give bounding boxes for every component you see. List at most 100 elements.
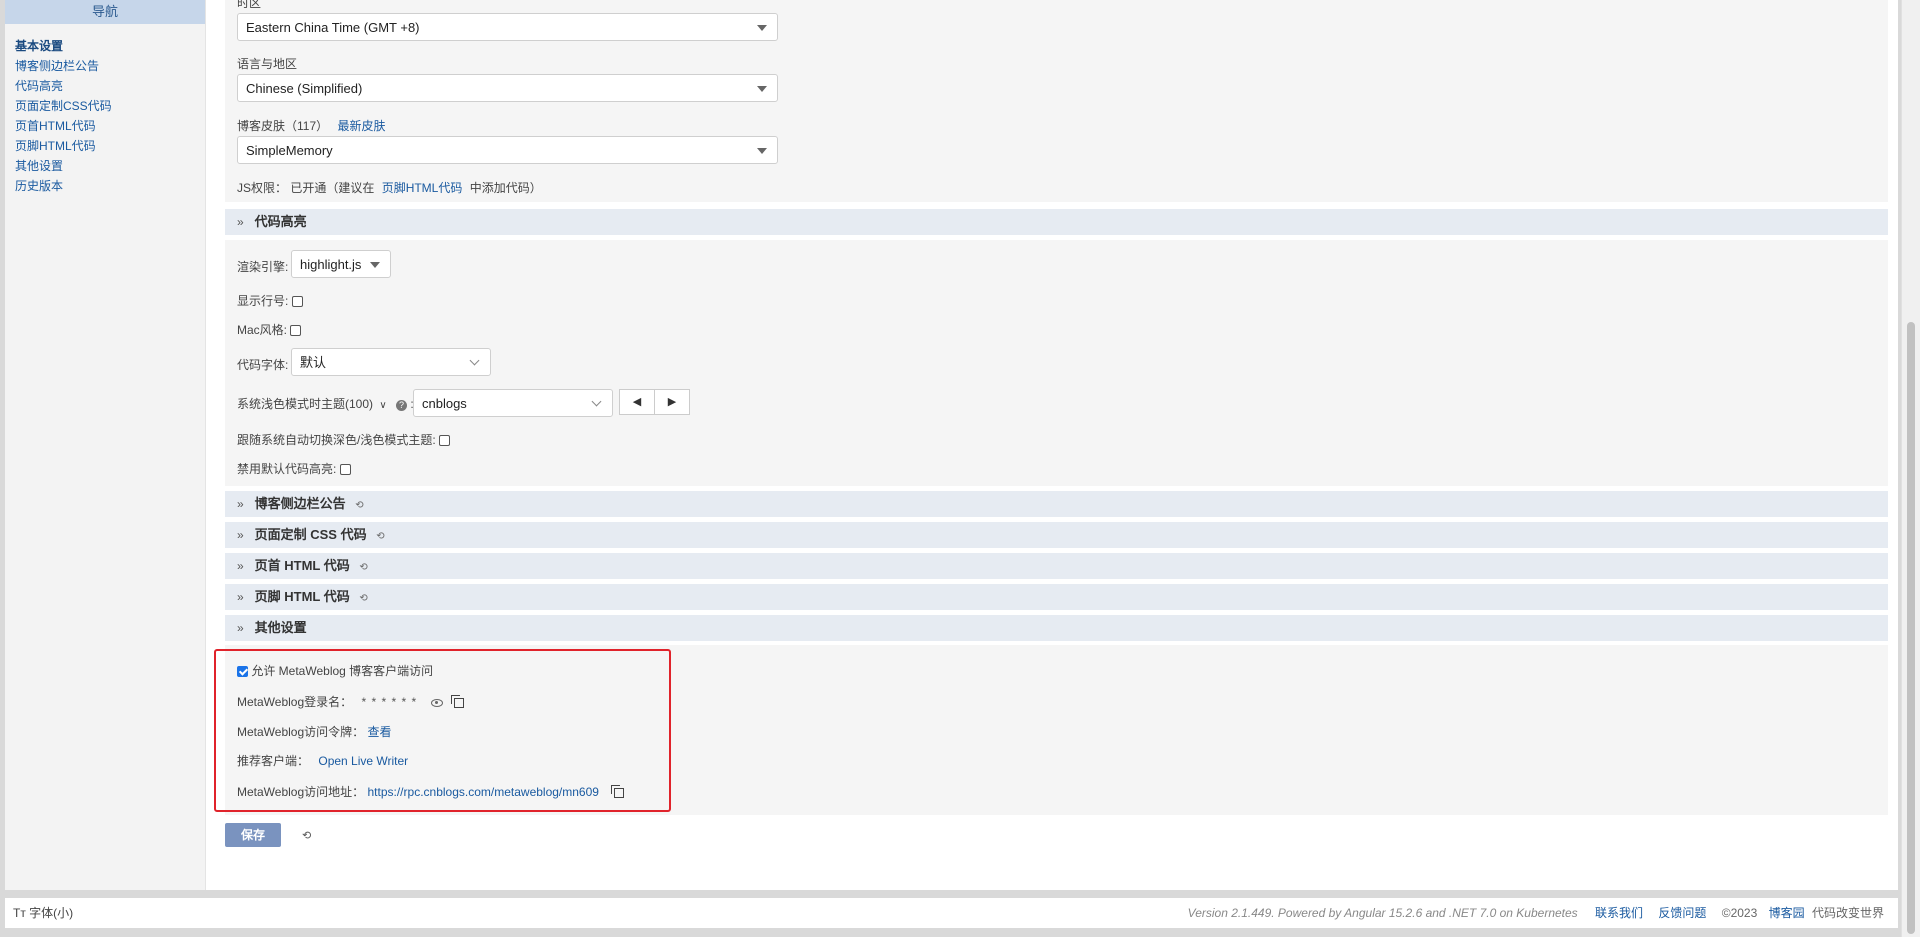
section-header-html[interactable]: » 页首 HTML 代码 ⟲ <box>225 553 1888 579</box>
timezone-value: Eastern China Time (GMT +8) <box>246 20 420 35</box>
sidebar-item-label[interactable]: 其他设置 <box>15 159 63 173</box>
timezone-label: 时区 <box>237 0 262 10</box>
sidebar-item-css[interactable]: 页面定制CSS代码 <box>15 96 205 116</box>
sidebar-item-label[interactable]: 基本设置 <box>15 39 63 53</box>
chevron-down-icon <box>591 396 602 407</box>
dropdown-caret-icon <box>757 86 767 92</box>
help-icon[interactable]: ? <box>396 400 408 411</box>
chevron-down-icon: » <box>237 621 244 635</box>
auto-switch-label: 跟随系统自动切换深色/浅色模式主题: <box>237 433 436 447</box>
footer-html-link[interactable]: 页脚HTML代码 <box>382 181 463 195</box>
sidebar-item-label[interactable]: 页首HTML代码 <box>15 119 96 133</box>
version-text: Version 2.1.449. Powered by Angular 15.2… <box>1187 906 1578 920</box>
chevron-right-icon: » <box>237 528 244 542</box>
engine-select[interactable]: highlight.js <box>291 250 391 278</box>
chevron-down-icon[interactable]: ∨ <box>379 400 386 411</box>
light-theme-value: cnblogs <box>422 396 467 411</box>
light-theme-select[interactable]: cnblogs <box>413 389 613 417</box>
code-font-select[interactable]: 默认 <box>291 348 491 376</box>
skin-select[interactable]: SimpleMemory <box>237 136 778 164</box>
section-other-settings[interactable]: » 其他设置 <box>225 615 1888 641</box>
skin-label-row: 博客皮肤（117） 最新皮肤 <box>237 117 386 134</box>
footer-right: Version 2.1.449. Powered by Angular 15.2… <box>1188 898 1884 928</box>
sidebar-item-label[interactable]: 代码高亮 <box>15 79 63 93</box>
mac-style-row: Mac风格: <box>237 321 302 338</box>
mac-style-checkbox[interactable] <box>290 325 302 337</box>
language-select[interactable]: Chinese (Simplified) <box>237 74 778 102</box>
sidebar-title: 导航 <box>5 0 205 24</box>
line-numbers-row: 显示行号: <box>237 292 303 309</box>
history-icon[interactable]: ⟲ <box>359 593 367 604</box>
disable-default-checkbox[interactable] <box>339 464 351 476</box>
skin-value: SimpleMemory <box>246 143 333 158</box>
history-icon[interactable]: ⟲ <box>302 829 311 842</box>
engine-label: 渲染引擎: <box>237 260 289 274</box>
sidebar-item-highlight[interactable]: 代码高亮 <box>15 76 205 96</box>
history-icon[interactable]: ⟲ <box>376 531 384 542</box>
section-sidebar-notice[interactable]: » 博客侧边栏公告 ⟲ <box>225 491 1888 517</box>
section-title: 博客侧边栏公告 <box>254 496 346 511</box>
light-theme-label: 系统浅色模式时主题(100) <box>237 397 374 411</box>
dropdown-caret-icon <box>757 148 767 154</box>
chevron-down-icon <box>469 355 480 366</box>
sidebar-item-other[interactable]: 其他设置 <box>15 156 205 176</box>
js-permission-row: JS权限： 已开通（建议在 页脚HTML代码 中添加代码） <box>237 179 542 196</box>
next-theme-button[interactable]: ▶ <box>654 389 690 415</box>
line-numbers-label: 显示行号: <box>237 294 289 308</box>
skin-label: 博客皮肤（117） <box>237 119 329 133</box>
sidebar-item-footer-html[interactable]: 页脚HTML代码 <box>15 136 205 156</box>
sidebar-item-label[interactable]: 历史版本 <box>15 179 63 193</box>
section-code-highlight[interactable]: » 代码高亮 <box>225 209 1888 235</box>
sidebar-item-notice[interactable]: 博客侧边栏公告 <box>15 56 205 76</box>
prev-theme-button[interactable]: ◀ <box>619 389 655 415</box>
auto-switch-checkbox[interactable] <box>439 435 451 447</box>
sidebar-item-header-html[interactable]: 页首HTML代码 <box>15 116 205 136</box>
code-font-value: 默认 <box>300 355 327 370</box>
feedback-link[interactable]: 反馈问题 <box>1658 906 1706 920</box>
vertical-scrollbar[interactable] <box>1901 0 1920 937</box>
sidebar-item-label[interactable]: 页脚HTML代码 <box>15 139 96 153</box>
js-permission-prefix: JS权限： 已开通（建议在 <box>237 181 375 195</box>
highlight-box <box>214 649 671 812</box>
chevron-right-icon: » <box>237 559 244 573</box>
footer: Tт 字体(小) Version 2.1.449. Powered by Ang… <box>5 898 1898 928</box>
scrollbar-thumb[interactable] <box>1907 322 1915 934</box>
section-title: 其他设置 <box>254 620 307 635</box>
section-footer-html[interactable]: » 页脚 HTML 代码 ⟲ <box>225 584 1888 610</box>
section-title: 页面定制 CSS 代码 <box>254 527 367 542</box>
engine-value: highlight.js <box>300 257 362 272</box>
language-value: Chinese (Simplified) <box>246 81 363 96</box>
history-icon[interactable]: ⟲ <box>359 562 367 573</box>
sidebar-nav: 基本设置 博客侧边栏公告 代码高亮 页面定制CSS代码 页首HTML代码 页脚H… <box>5 36 205 196</box>
copyright-text: ©2023 <box>1721 906 1758 920</box>
contact-link[interactable]: 联系我们 <box>1595 906 1643 920</box>
sidebar-item-label[interactable]: 博客侧边栏公告 <box>15 59 99 73</box>
sidebar-item-label[interactable]: 页面定制CSS代码 <box>15 99 112 113</box>
disable-default-row: 禁用默认代码高亮: <box>237 460 351 477</box>
brand-link[interactable]: 博客园 <box>1769 906 1805 920</box>
sidebar: 导航 基本设置 博客侧边栏公告 代码高亮 页面定制CSS代码 页首HTML代码 … <box>5 0 206 890</box>
history-icon[interactable]: ⟲ <box>355 500 363 511</box>
section-title: 页首 HTML 代码 <box>254 558 350 573</box>
slogan-text: 代码改变世界 <box>1811 906 1884 920</box>
line-numbers-checkbox[interactable] <box>291 296 303 308</box>
latest-skins-link[interactable]: 最新皮肤 <box>337 119 385 133</box>
chevron-right-icon: » <box>237 590 244 604</box>
language-label: 语言与地区 <box>237 57 298 71</box>
chevron-right-icon: » <box>237 497 244 511</box>
disable-default-label: 禁用默认代码高亮: <box>237 462 337 476</box>
dropdown-caret-icon <box>370 262 380 268</box>
section-custom-css[interactable]: » 页面定制 CSS 代码 ⟲ <box>225 522 1888 548</box>
js-permission-suffix: 中添加代码） <box>469 181 542 195</box>
timezone-select[interactable]: Eastern China Time (GMT +8) <box>237 13 778 41</box>
light-theme-row: 系统浅色模式时主题(100) ∨ ? : <box>237 395 414 412</box>
auto-switch-row: 跟随系统自动切换深色/浅色模式主题: <box>237 431 451 448</box>
section-title: 代码高亮 <box>254 214 307 229</box>
sidebar-item-basic[interactable]: 基本设置 <box>15 36 205 56</box>
save-button[interactable]: 保存 <box>225 823 281 847</box>
sidebar-item-history[interactable]: 历史版本 <box>15 176 205 196</box>
section-title: 页脚 HTML 代码 <box>254 589 350 604</box>
font-label: 代码字体: <box>237 358 289 372</box>
chevron-down-icon: » <box>237 215 244 229</box>
font-size-toggle[interactable]: Tт 字体(小) <box>13 898 73 928</box>
